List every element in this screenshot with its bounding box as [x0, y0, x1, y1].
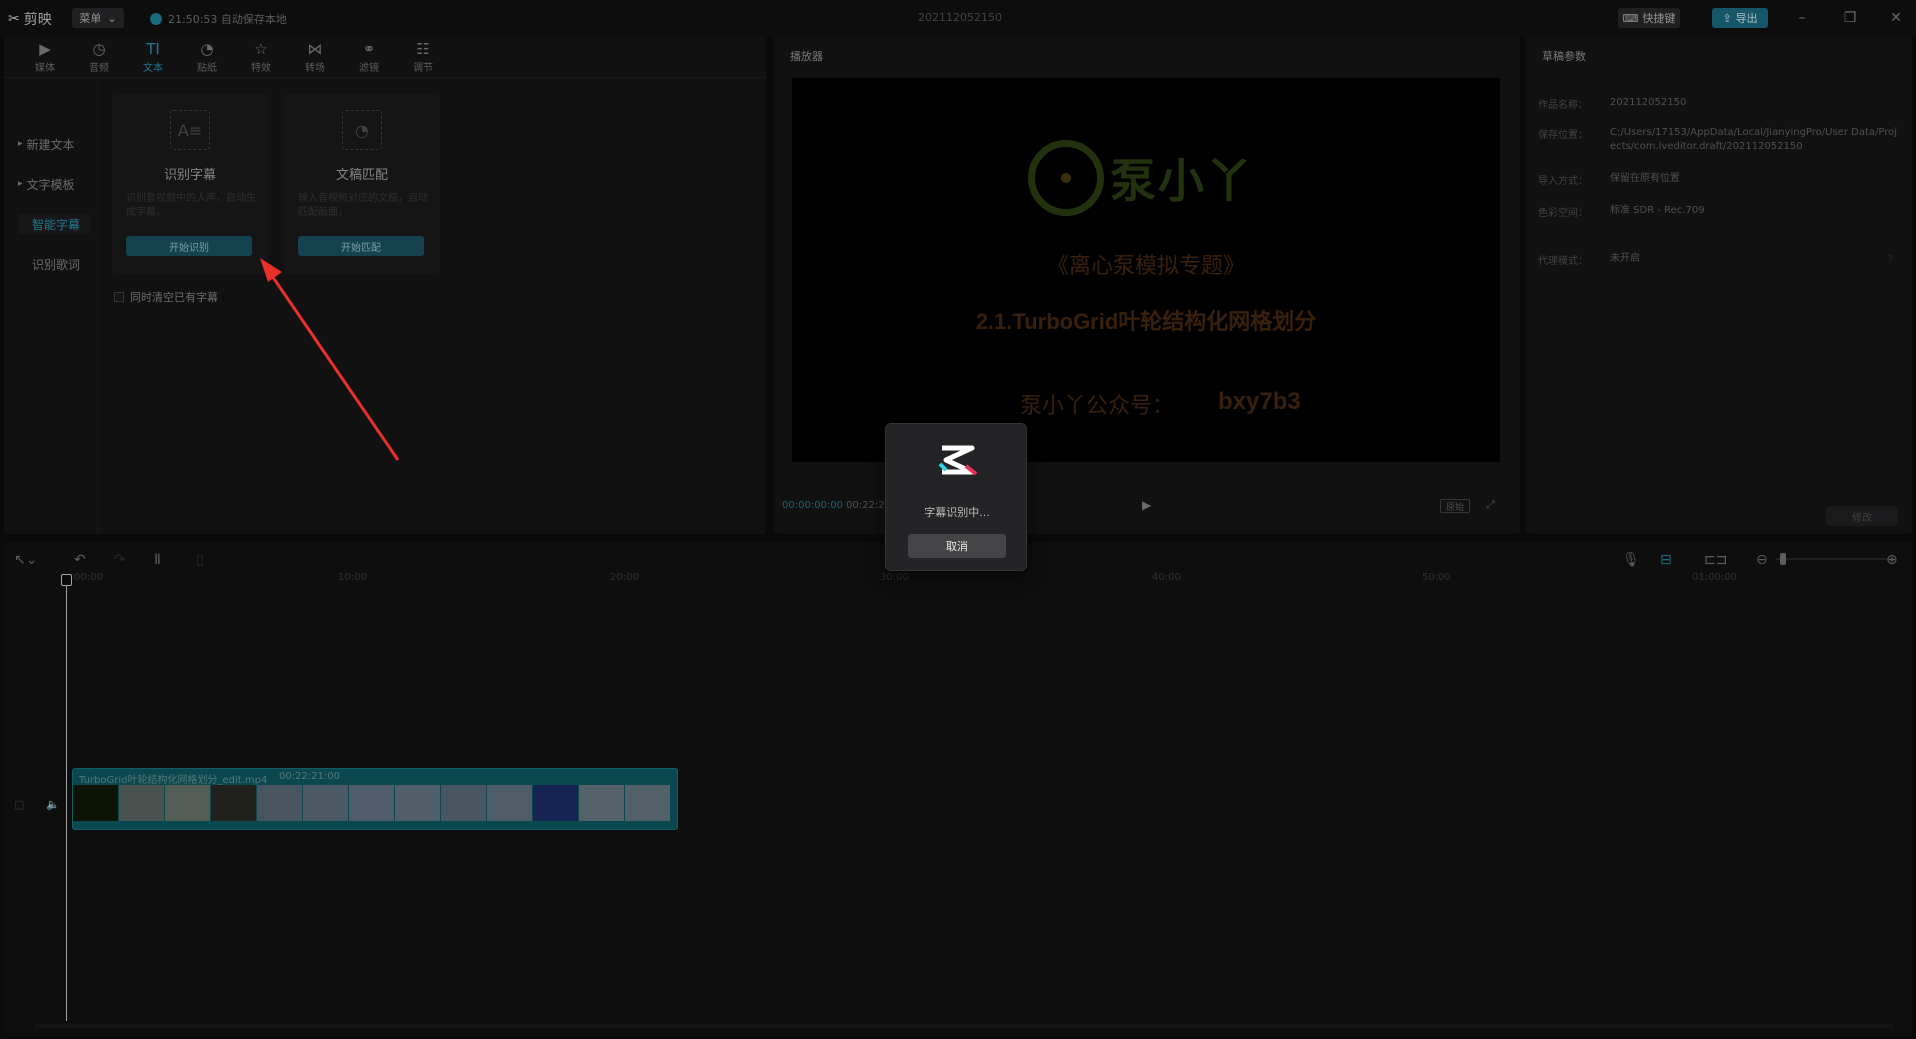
annotation-arrow-line — [266, 269, 400, 461]
cancel-button[interactable]: 取消 — [908, 534, 1006, 558]
recognizing-dialog: 字幕识别中... 取消 — [885, 423, 1027, 571]
dialog-message: 字幕识别中... — [924, 506, 990, 519]
capcut-logo-icon — [938, 445, 978, 476]
annotation-arrow-head — [260, 258, 282, 282]
